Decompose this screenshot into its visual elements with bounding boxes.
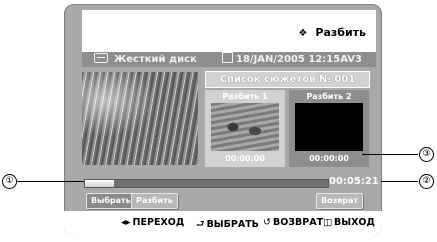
enter-icon: ⮐ [196, 219, 205, 230]
callout-3-line [362, 154, 418, 155]
return-button[interactable]: Возврат [316, 193, 364, 209]
menu-header: ❖ Разбить [82, 10, 376, 52]
select-button[interactable]: Выбрать [86, 193, 136, 209]
dvd-recorder-screen: ❖ Разбить Жесткий диск 18/JAN/2005 12:15A… [64, 4, 382, 236]
nav-exit: ◫ ВЫХОД [323, 217, 375, 228]
split-button[interactable]: Разбить [131, 193, 178, 209]
diamond-icon: ❖ [298, 28, 308, 39]
total-time: 00:05:21 [329, 176, 379, 187]
scene-label: Разбить 1 [222, 92, 268, 101]
nav-move: ◂▸ ПЕРЕХОД [121, 217, 185, 228]
datetime-indicator: 18/JAN/2005 12:15AV3 [222, 52, 362, 67]
callout-2-line [381, 181, 418, 182]
callout-1: ① [2, 174, 17, 189]
storage-indicator: Жесткий диск [94, 52, 197, 67]
callout-3: ③ [419, 147, 434, 162]
scene-card-1[interactable]: Разбить 1 00:00:00 [205, 90, 285, 167]
scene-label: Разбить 2 [306, 92, 352, 101]
scene-time: 00:00:00 [225, 154, 265, 163]
callout-2: ② [419, 174, 434, 189]
nav-return: ↺ ВОЗВРАТ [263, 217, 324, 228]
scene-time: 00:00:00 [309, 154, 349, 163]
info-bar: Жесткий диск 18/JAN/2005 12:15AV3 [82, 52, 376, 67]
scene-thumbnail [211, 103, 279, 151]
left-right-arrows-icon: ◂▸ [121, 217, 131, 228]
callout-1-line [17, 181, 84, 182]
scene-thumbnail [295, 103, 363, 151]
nav-select: ⮐ ВЫБРАТЬ [196, 219, 259, 230]
scene-list-title: Список сюжетов № 001 [205, 71, 370, 88]
return-arrow-icon: ↺ [263, 217, 271, 228]
exit-icon: ◫ [323, 217, 332, 228]
progress-fill [85, 180, 115, 187]
hard-disk-icon [94, 53, 108, 63]
calendar-icon [222, 52, 233, 63]
menu-title: ❖ Разбить [298, 26, 366, 39]
preview-window [82, 72, 198, 165]
navigation-hints: ◂▸ ПЕРЕХОД ⮐ ВЫБРАТЬ ↺ ВОЗВРАТ ◫ ВЫХОД [64, 211, 382, 236]
playback-progress-bar[interactable] [84, 179, 329, 188]
scene-card-2[interactable]: Разбить 2 00:00:00 [289, 90, 369, 167]
